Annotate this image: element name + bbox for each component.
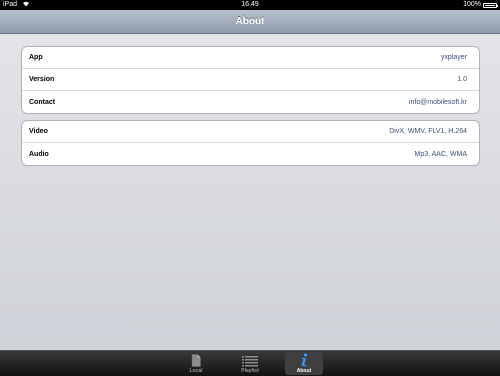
version-label: Version bbox=[29, 76, 55, 83]
status-time: 16.49 bbox=[241, 1, 259, 8]
app-row: App yxplayer bbox=[22, 47, 479, 69]
audio-value: Mp3, AAC, WMA bbox=[414, 150, 467, 158]
app-value: yxplayer bbox=[440, 54, 467, 61]
contact-label: Contact bbox=[29, 98, 56, 106]
battery-percent: 100% bbox=[463, 1, 481, 8]
status-right: 100% bbox=[463, 0, 498, 10]
audio-row: Audio Mp3, AAC, WMA bbox=[22, 143, 479, 165]
version-value: 1.0 bbox=[457, 76, 467, 83]
tab-about-label: About bbox=[296, 368, 312, 374]
app-label: App bbox=[29, 54, 43, 61]
document-icon bbox=[191, 354, 201, 367]
audio-label: Audio bbox=[29, 150, 49, 158]
tab-bar: Local Playlist About bbox=[0, 350, 500, 376]
contact-email-link[interactable]: info@mobilesoft.kr bbox=[409, 99, 467, 106]
nav-bar: About bbox=[0, 10, 500, 34]
info-icon bbox=[301, 353, 308, 366]
version-row: Version 1.0 bbox=[22, 69, 479, 91]
video-value: DivX, WMV, FLV1, H.264 bbox=[389, 128, 467, 135]
formats-group: Video DivX, WMV, FLV1, H.264 Audio Mp3, … bbox=[21, 120, 480, 166]
list-icon bbox=[242, 356, 258, 367]
contact-row[interactable]: Contact info@mobilesoft.kr bbox=[22, 91, 479, 113]
video-label: Video bbox=[29, 128, 48, 135]
status-bar: iPad 16.49 100% bbox=[0, 0, 500, 10]
tab-playlist[interactable]: Playlist bbox=[231, 352, 269, 375]
tab-about[interactable]: About bbox=[285, 352, 323, 375]
app-info-group: App yxplayer Version 1.0 Contact info@mo… bbox=[21, 46, 480, 114]
battery-icon bbox=[483, 2, 498, 8]
tab-local-label: Local bbox=[189, 368, 203, 374]
about-content: App yxplayer Version 1.0 Contact info@mo… bbox=[0, 34, 500, 350]
page-title: About bbox=[235, 16, 265, 27]
tab-playlist-label: Playlist bbox=[241, 368, 259, 374]
tab-local[interactable]: Local bbox=[177, 352, 215, 375]
video-row: Video DivX, WMV, FLV1, H.264 bbox=[22, 121, 479, 143]
